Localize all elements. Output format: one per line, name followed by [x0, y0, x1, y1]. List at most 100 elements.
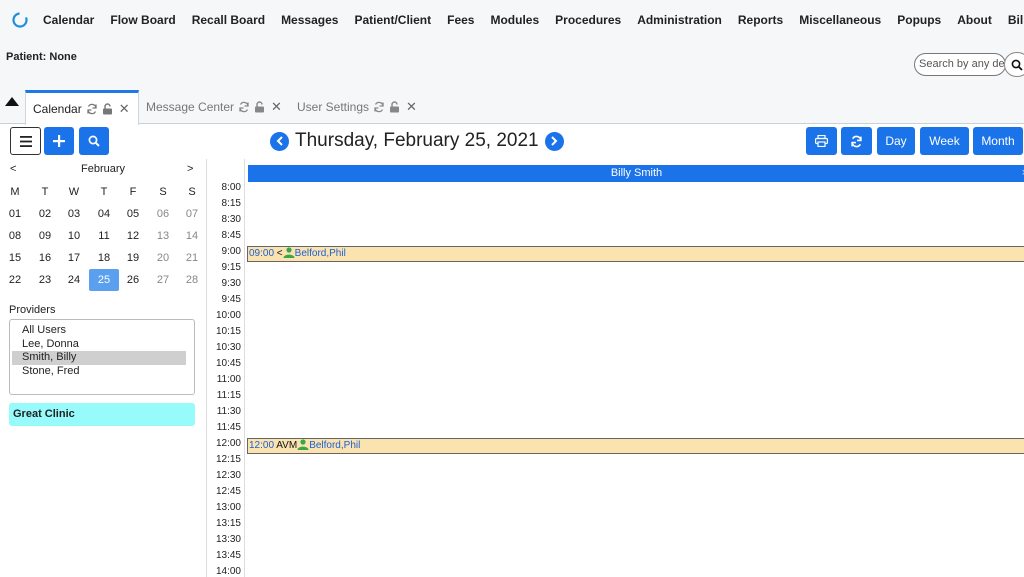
- unlock-icon[interactable]: [102, 103, 113, 115]
- unlock-icon[interactable]: [254, 101, 265, 113]
- calendar-day[interactable]: 12: [118, 225, 148, 247]
- next-month-button[interactable]: >: [187, 163, 193, 175]
- collapse-triangle-icon[interactable]: [5, 97, 19, 106]
- calendar-day[interactable]: 04: [89, 203, 119, 225]
- refresh-icon[interactable]: [86, 103, 98, 115]
- app-logo-icon[interactable]: [11, 11, 29, 29]
- calendar-day[interactable]: 10: [59, 225, 89, 247]
- menu-toggle-button[interactable]: [10, 127, 41, 155]
- calendar-day[interactable]: 08: [0, 225, 30, 247]
- calendar-day[interactable]: 06: [148, 203, 178, 225]
- calendar-day[interactable]: 11: [89, 225, 119, 247]
- calendar-day[interactable]: 22: [0, 269, 30, 291]
- menu-item-billy-smith[interactable]: Billy Smith: [1008, 13, 1024, 27]
- time-slot-label[interactable]: 11:30: [207, 406, 244, 417]
- menu-item-reports[interactable]: Reports: [738, 13, 783, 27]
- refresh-icon[interactable]: [238, 101, 250, 113]
- time-slot-label[interactable]: 9:15: [207, 262, 244, 273]
- day-view-button[interactable]: Day: [877, 127, 915, 155]
- calendar-day[interactable]: 03: [59, 203, 89, 225]
- time-slot-label[interactable]: 11:45: [207, 422, 244, 433]
- provider-option[interactable]: Smith, Billy: [12, 351, 186, 365]
- menu-item-patient-client[interactable]: Patient/Client: [354, 13, 431, 27]
- appointment-patient[interactable]: Belford,Phil: [309, 440, 360, 451]
- calendar-day[interactable]: 02: [30, 203, 60, 225]
- provider-option[interactable]: All Users: [12, 324, 186, 338]
- menu-item-recall-board[interactable]: Recall Board: [192, 13, 265, 27]
- calendar-day[interactable]: 01: [0, 203, 30, 225]
- time-slot-label[interactable]: 8:15: [207, 198, 244, 209]
- patient-search-input[interactable]: Search by any de: [914, 53, 1006, 76]
- print-button[interactable]: [806, 127, 837, 155]
- next-day-button[interactable]: [544, 131, 564, 151]
- search-appointments-button[interactable]: [79, 127, 109, 155]
- month-view-button[interactable]: Month: [973, 127, 1023, 155]
- week-view-button[interactable]: Week: [920, 127, 969, 155]
- time-slot-label[interactable]: 10:15: [207, 326, 244, 337]
- providers-list[interactable]: All Users Lee, Donna Smith, Billy Stone, Fr…: [9, 319, 195, 395]
- time-slot-label[interactable]: 10:00: [207, 310, 244, 321]
- time-slot-label[interactable]: 12:30: [207, 470, 244, 481]
- calendar-day[interactable]: 18: [89, 247, 119, 269]
- calendar-day[interactable]: 15: [0, 247, 30, 269]
- menu-item-modules[interactable]: Modules: [490, 13, 539, 27]
- time-slot-label[interactable]: 10:45: [207, 358, 244, 369]
- close-tab-icon[interactable]: ✕: [271, 99, 282, 115]
- appointment-time[interactable]: 09:00: [249, 248, 274, 259]
- calendar-day[interactable]: 07: [177, 203, 207, 225]
- refresh-icon[interactable]: [373, 101, 385, 113]
- calendar-day[interactable]: 13: [148, 225, 178, 247]
- menu-item-popups[interactable]: Popups: [897, 13, 941, 27]
- calendar-day[interactable]: 26: [118, 269, 148, 291]
- time-slot-label[interactable]: 9:30: [207, 278, 244, 289]
- time-slot-label[interactable]: 8:30: [207, 214, 244, 225]
- menu-item-calendar[interactable]: Calendar: [43, 13, 94, 27]
- menu-item-flow-board[interactable]: Flow Board: [110, 13, 175, 27]
- time-slot-label[interactable]: 11:15: [207, 390, 244, 401]
- refresh-button[interactable]: [841, 127, 872, 155]
- facility-label[interactable]: Great Clinic: [9, 403, 195, 426]
- time-slot-label[interactable]: 8:00: [207, 182, 244, 193]
- calendar-day[interactable]: 09: [30, 225, 60, 247]
- calendar-day[interactable]: 20: [148, 247, 178, 269]
- menu-item-miscellaneous[interactable]: Miscellaneous: [799, 13, 881, 27]
- appointment-time[interactable]: 12:00: [249, 440, 274, 451]
- time-slot-label[interactable]: 8:45: [207, 230, 244, 241]
- calendar-day[interactable]: 17: [59, 247, 89, 269]
- calendar-day[interactable]: 16: [30, 247, 60, 269]
- calendar-day[interactable]: 19: [118, 247, 148, 269]
- appointment[interactable]: 12:00 AVM Belford,Phil: [247, 438, 1024, 454]
- time-slot-label[interactable]: 10:30: [207, 342, 244, 353]
- close-tab-icon[interactable]: ✕: [119, 101, 130, 117]
- search-button[interactable]: [1004, 52, 1024, 77]
- previous-day-button[interactable]: [270, 131, 289, 151]
- add-appointment-button[interactable]: [44, 127, 74, 155]
- unlock-icon[interactable]: [389, 101, 400, 113]
- tab-user-settings[interactable]: User Settings ✕: [297, 90, 417, 124]
- time-slot-label[interactable]: 14:00: [207, 566, 244, 577]
- tab-calendar[interactable]: Calendar ✕: [25, 90, 139, 125]
- calendar-day[interactable]: 14: [177, 225, 207, 247]
- time-slot-label[interactable]: 12:15: [207, 454, 244, 465]
- time-slot-label[interactable]: 9:45: [207, 294, 244, 305]
- time-slot-label[interactable]: 13:00: [207, 502, 244, 513]
- appointment-patient[interactable]: Belford,Phil: [295, 248, 346, 259]
- time-slot-label[interactable]: 11:00: [207, 374, 244, 385]
- calendar-day[interactable]: 24: [59, 269, 89, 291]
- calendar-day[interactable]: 25: [89, 269, 119, 291]
- menu-item-about[interactable]: About: [957, 13, 992, 27]
- menu-item-fees[interactable]: Fees: [447, 13, 474, 27]
- time-slot-label[interactable]: 9:00: [207, 246, 244, 257]
- time-slot-label[interactable]: 12:00: [207, 438, 244, 449]
- calendar-day[interactable]: 27: [148, 269, 178, 291]
- menu-item-administration[interactable]: Administration: [637, 13, 722, 27]
- menu-item-messages[interactable]: Messages: [281, 13, 338, 27]
- calendar-day[interactable]: 23: [30, 269, 60, 291]
- calendar-day[interactable]: 28: [177, 269, 207, 291]
- calendar-day[interactable]: 05: [118, 203, 148, 225]
- tab-message-center[interactable]: Message Center ✕: [146, 90, 282, 124]
- provider-option[interactable]: Lee, Donna: [12, 338, 186, 352]
- menu-item-procedures[interactable]: Procedures: [555, 13, 621, 27]
- appointment[interactable]: 09:00 < Belford,Phil: [247, 246, 1024, 262]
- time-slot-label[interactable]: 13:30: [207, 534, 244, 545]
